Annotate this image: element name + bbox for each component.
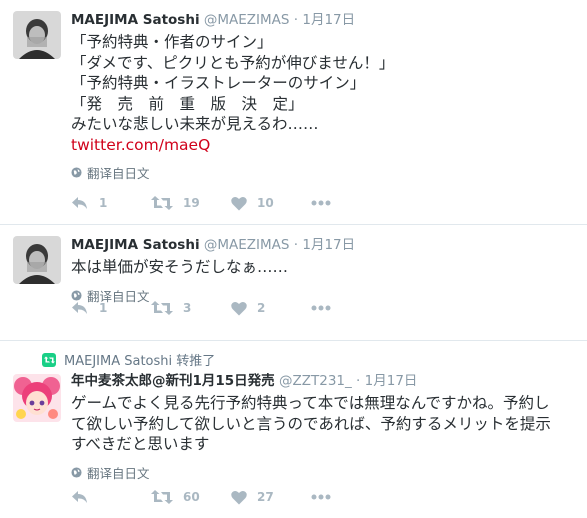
separator-dot: · [293,237,299,253]
like-button[interactable]: 10 [231,196,311,211]
tweet-actions: 1 3 2 [71,300,391,316]
retweet-context[interactable]: MAEJIMA Satoshi 转推了 [42,350,215,369]
separator-dot: · [293,12,299,28]
more-dots-icon [311,494,331,500]
tweet-header: MAEJIMA Satoshi @MAEZIMAS · 1月17日 [71,11,577,29]
tweet-text-line: 「予約特典・作者のサイン」 [71,33,273,51]
tweet-1[interactable]: MAEJIMA Satoshi @MAEZIMAS · 1月17日 「予約特典・… [0,0,587,225]
reply-button[interactable]: 1 [71,195,151,211]
like-button[interactable]: 27 [231,490,311,505]
like-count: 10 [257,196,274,210]
tweet-text: 「予約特典・作者のサイン」 「ダメです、ピクリとも予約が伸びません！」 「予約特… [71,32,577,155]
translate-label: 翻译自日文 [87,465,150,481]
display-name[interactable]: MAEJIMA Satoshi [71,237,200,253]
retweet-count: 3 [183,301,192,315]
tweet-header: 年中麦茶太郎@新刊1月15日発売 @ZZT231_ · 1月17日 [71,372,577,390]
reply-icon [72,302,87,314]
retweet-button[interactable]: 60 [151,489,231,505]
timestamp[interactable]: 1月17日 [302,237,355,253]
tweet-text: 本は単価が安そうだしなぁ…… [71,257,577,278]
tweet-text-line: ゲームでよく見る先行予約特典って本では無理なんですかね。予約し [71,394,550,412]
reply-button[interactable]: 1 [71,300,151,316]
separator-dot: · [356,373,361,389]
like-count: 2 [257,301,266,315]
timestamp[interactable]: 1月17日 [365,373,418,389]
reply-icon [72,491,87,503]
reply-icon [72,197,87,209]
heart-icon [231,196,247,210]
retweet-icon [151,301,173,315]
avatar[interactable] [13,236,61,284]
more-dots-icon [311,200,331,206]
user-handle[interactable]: @MAEZIMAS [204,12,290,28]
like-button[interactable]: 2 [231,301,311,316]
heart-icon [231,301,247,315]
reply-count: 1 [99,196,108,210]
tweet-text-line: 本は単価が安そうだしなぁ…… [71,258,289,276]
more-button[interactable] [311,305,391,311]
tweet-link[interactable]: twitter.com/maeQ [71,135,577,156]
tweet-text-line: 「発 売 前 重 版 決 定」 [71,94,304,113]
tweet-actions: 60 27 [71,489,391,505]
tweet-text-line: 「予約特典・イラストレーターのサイン」 [71,74,366,92]
translate-button[interactable]: 翻译自日文 [71,463,577,482]
tweet-2[interactable]: MAEJIMA Satoshi @MAEZIMAS · 1月17日 本は単価が安… [0,225,587,341]
retweet-button[interactable]: 19 [151,195,231,211]
more-button[interactable] [311,200,391,206]
avatar[interactable] [13,374,61,422]
more-button[interactable] [311,494,391,500]
translate-button[interactable]: 翻译自日文 [71,163,577,182]
user-handle[interactable]: @MAEZIMAS [204,237,290,253]
tweet-text-line: すべきだと思います [71,435,210,453]
like-count: 27 [257,490,274,504]
reply-button[interactable] [71,489,151,505]
reply-count: 1 [99,301,108,315]
tweet-actions: 1 19 10 [71,195,391,211]
retweet-icon [151,196,173,210]
display-name[interactable]: 年中麦茶太郎@新刊1月15日発売 [71,373,275,389]
tweet-header: MAEJIMA Satoshi @MAEZIMAS · 1月17日 [71,236,577,254]
heart-icon [231,490,247,504]
retweet-icon [151,490,173,504]
timestamp[interactable]: 1月17日 [302,12,355,28]
more-dots-icon [311,305,331,311]
user-handle[interactable]: @ZZT231_ [279,373,352,389]
tweet-text-line: みたいな悲しい未来が見えるわ…… [71,115,319,133]
retweet-badge-icon [42,352,56,367]
tweet-text-line: 「ダメです、ピクリとも予約が伸びません！」 [71,53,395,72]
avatar[interactable] [13,11,61,59]
globe-icon [71,167,82,178]
tweet-3[interactable]: MAEJIMA Satoshi 转推了 年中麦茶太郎@新刊1月15日発売 @ZZ… [0,341,587,518]
globe-icon [71,466,82,478]
retweet-context-label: MAEJIMA Satoshi 转推了 [64,354,216,369]
tweet-text: ゲームでよく見る先行予約特典って本では無理なんですかね。予約し て欲しい予約して… [71,393,577,455]
display-name[interactable]: MAEJIMA Satoshi [71,12,200,28]
retweet-count: 19 [183,196,200,210]
retweet-button[interactable]: 3 [151,300,231,316]
globe-icon [71,289,82,301]
translate-label: 翻译自日文 [87,166,150,181]
tweet-text-line: て欲しい予約して欲しいと言うのであれば、予約するメリットを提示 [71,414,551,433]
retweet-count: 60 [183,490,200,504]
